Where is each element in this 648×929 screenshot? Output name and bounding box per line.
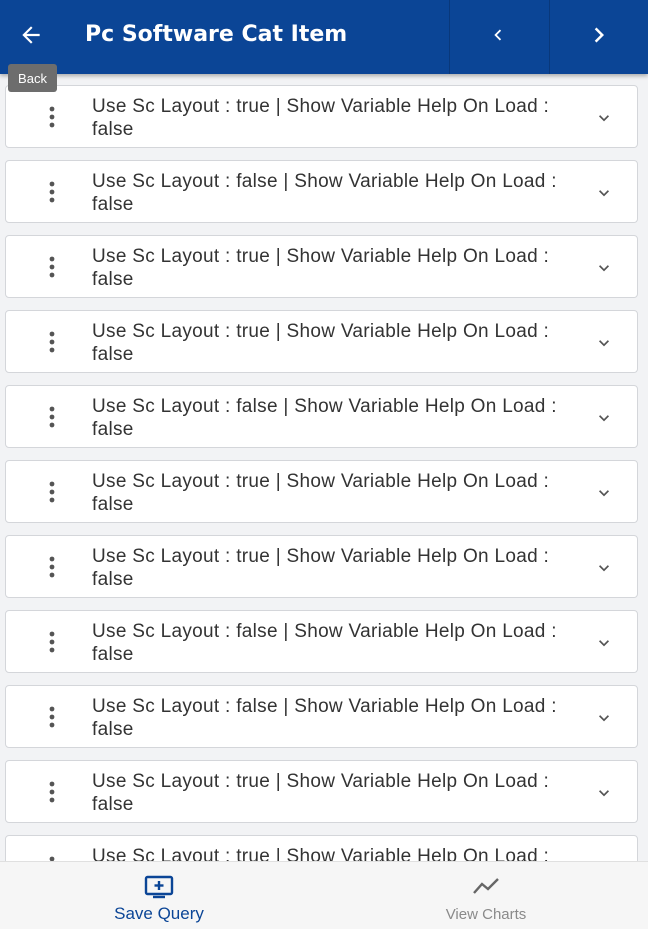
more-vertical-icon xyxy=(49,256,55,278)
next-button[interactable] xyxy=(550,0,648,70)
list-item[interactable]: Use Sc Layout : true | Show Variable Hel… xyxy=(5,310,638,373)
more-vertical-icon xyxy=(49,181,55,203)
list-item[interactable]: Use Sc Layout : false | Show Variable He… xyxy=(5,385,638,448)
chevron-down-icon xyxy=(599,415,609,422)
list-item[interactable]: Use Sc Layout : false | Show Variable He… xyxy=(5,160,638,223)
list-item-text: Use Sc Layout : false | Show Variable He… xyxy=(92,396,557,440)
record-list: Use Sc Layout : true | Show Variable Hel… xyxy=(0,74,648,861)
back-button[interactable] xyxy=(0,0,62,70)
expand-button[interactable] xyxy=(592,706,616,730)
chevron-down-icon xyxy=(599,340,609,347)
chevron-down-icon xyxy=(599,190,609,197)
page-title: Pc Software Cat Item xyxy=(85,22,348,47)
expand-button[interactable] xyxy=(592,406,616,430)
list-item[interactable]: Use Sc Layout : true | Show Variable Hel… xyxy=(5,535,638,598)
list-item-text: Use Sc Layout : true | Show Variable Hel… xyxy=(92,471,550,515)
expand-button[interactable] xyxy=(592,781,616,805)
item-menu-button[interactable] xyxy=(39,329,65,355)
more-vertical-icon xyxy=(49,331,55,353)
chevron-down-icon xyxy=(599,790,609,797)
more-vertical-icon xyxy=(49,556,55,578)
back-tooltip: Back xyxy=(8,64,57,92)
list-item[interactable]: Use Sc Layout : false | Show Variable He… xyxy=(5,685,638,748)
view-charts-label: View Charts xyxy=(445,906,527,923)
expand-button[interactable] xyxy=(592,631,616,655)
chevron-left-icon xyxy=(494,29,502,41)
item-menu-button[interactable] xyxy=(39,404,65,430)
bottom-navigation: Save Query View Charts xyxy=(0,861,648,929)
list-item-text: Use Sc Layout : true | Show Variable Hel… xyxy=(92,546,550,590)
item-menu-button[interactable] xyxy=(39,629,65,655)
item-menu-button[interactable] xyxy=(39,704,65,730)
list-item-text: Use Sc Layout : true | Show Variable Hel… xyxy=(92,96,550,140)
item-menu-button[interactable] xyxy=(39,779,65,805)
arrow-left-icon xyxy=(22,26,40,44)
list-item-text: Use Sc Layout : true | Show Variable Hel… xyxy=(92,846,550,861)
more-vertical-icon xyxy=(49,106,55,128)
list-item-text: Use Sc Layout : false | Show Variable He… xyxy=(92,696,557,740)
list-item-text: Use Sc Layout : false | Show Variable He… xyxy=(92,171,557,215)
chevron-down-icon xyxy=(599,640,609,647)
more-vertical-icon xyxy=(49,406,55,428)
line-chart-icon xyxy=(473,878,499,894)
expand-button[interactable] xyxy=(592,556,616,580)
item-menu-button[interactable] xyxy=(39,179,65,205)
item-menu-button[interactable] xyxy=(39,254,65,280)
list-item[interactable]: Use Sc Layout : true | Show Variable Hel… xyxy=(5,760,638,823)
item-menu-button[interactable] xyxy=(39,479,65,505)
chevron-down-icon xyxy=(599,490,609,497)
add-to-screen-icon xyxy=(144,875,174,899)
previous-button[interactable] xyxy=(449,0,547,70)
more-vertical-icon xyxy=(49,481,55,503)
list-item-text: Use Sc Layout : true | Show Variable Hel… xyxy=(92,771,550,815)
chevron-down-icon xyxy=(599,565,609,572)
expand-button[interactable] xyxy=(592,181,616,205)
more-vertical-icon xyxy=(49,706,55,728)
list-item[interactable]: Use Sc Layout : true | Show Variable Hel… xyxy=(5,835,638,861)
list-item-text: Use Sc Layout : true | Show Variable Hel… xyxy=(92,321,550,365)
list-item[interactable]: Use Sc Layout : false | Show Variable He… xyxy=(5,610,638,673)
expand-button[interactable] xyxy=(592,331,616,355)
view-charts-tab[interactable]: View Charts xyxy=(386,862,586,929)
chevron-right-icon xyxy=(594,27,604,43)
list-item-text: Use Sc Layout : true | Show Variable Hel… xyxy=(92,246,550,290)
save-query-tab[interactable]: Save Query xyxy=(59,862,259,929)
expand-button[interactable] xyxy=(592,106,616,130)
more-vertical-icon xyxy=(49,631,55,653)
list-item[interactable]: Use Sc Layout : true | Show Variable Hel… xyxy=(5,460,638,523)
item-menu-button[interactable] xyxy=(39,554,65,580)
list-item-text: Use Sc Layout : false | Show Variable He… xyxy=(92,621,557,665)
chevron-down-icon xyxy=(599,715,609,722)
list-item[interactable]: Use Sc Layout : true | Show Variable Hel… xyxy=(5,85,638,148)
item-menu-button[interactable] xyxy=(39,854,65,861)
chevron-down-icon xyxy=(599,265,609,272)
more-vertical-icon xyxy=(49,781,55,803)
expand-button[interactable] xyxy=(592,481,616,505)
expand-button[interactable] xyxy=(592,256,616,280)
list-item[interactable]: Use Sc Layout : true | Show Variable Hel… xyxy=(5,235,638,298)
chevron-down-icon xyxy=(599,115,609,122)
save-query-label: Save Query xyxy=(114,904,204,923)
item-menu-button[interactable] xyxy=(39,104,65,130)
app-header: Pc Software Cat Item xyxy=(0,0,648,74)
